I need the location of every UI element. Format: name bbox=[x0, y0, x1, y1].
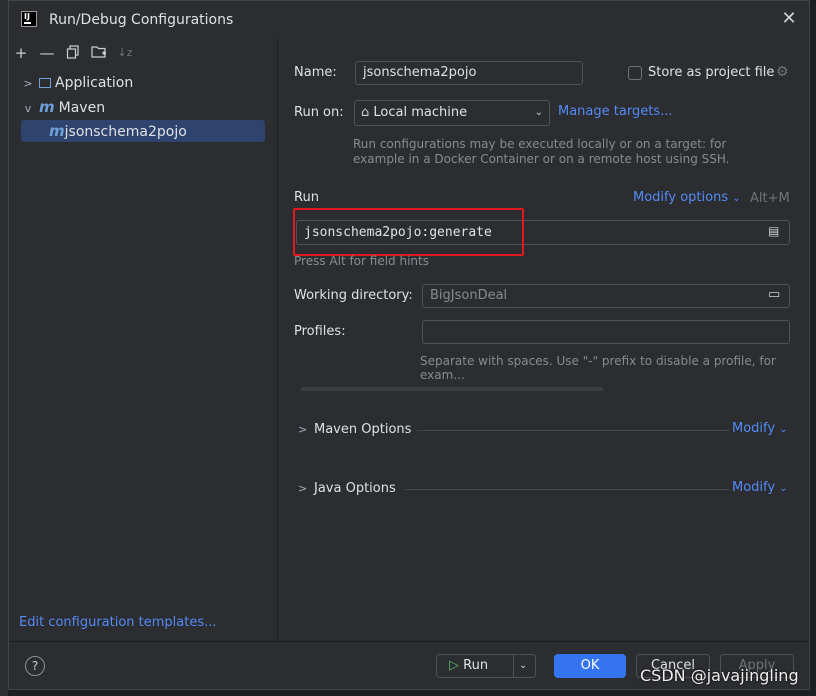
run-on-value: Local machine bbox=[373, 105, 468, 120]
tree-item-jsonschema2pojo[interactable]: mjsonschema2pojo bbox=[21, 120, 265, 142]
working-directory-label: Working directory: bbox=[294, 288, 413, 303]
maven-options-section[interactable]: Maven Options bbox=[314, 422, 411, 437]
manage-targets-link[interactable]: Manage targets... bbox=[558, 104, 672, 119]
add-icon[interactable]: + bbox=[13, 45, 29, 61]
folder-icon[interactable]: ▭ bbox=[768, 287, 780, 302]
tree-item-maven[interactable]: v m Maven bbox=[21, 96, 265, 118]
run-section-title: Run bbox=[294, 190, 319, 205]
gear-icon[interactable]: ⚙ bbox=[776, 64, 789, 80]
chevron-down-icon[interactable]: ⌄ bbox=[519, 655, 527, 677]
run-on-hint-line-1: Run configurations may be executed local… bbox=[353, 137, 727, 151]
chevron-right-icon[interactable]: > bbox=[298, 423, 307, 436]
chevron-down-icon: ⌄ bbox=[779, 424, 788, 435]
chevron-right-icon[interactable]: > bbox=[298, 482, 307, 495]
separator bbox=[417, 430, 729, 431]
sort-icon[interactable]: ↓z bbox=[117, 45, 133, 61]
tree-item-label: Application bbox=[55, 75, 134, 91]
intellij-app-icon: IJ bbox=[21, 11, 37, 27]
java-options-modify-link[interactable]: Modify ⌄ bbox=[732, 480, 788, 495]
close-icon[interactable]: ✕ bbox=[779, 9, 799, 29]
application-icon bbox=[39, 78, 51, 88]
edit-configuration-templates-link[interactable]: Edit configuration templates... bbox=[19, 615, 217, 630]
store-as-project-file-label[interactable]: Store as project file bbox=[648, 65, 774, 80]
modify-options-shortcut: Alt+M bbox=[750, 191, 790, 206]
background-editor-left bbox=[0, 0, 8, 696]
remove-icon[interactable]: — bbox=[39, 45, 55, 61]
tree-item-label: Maven bbox=[58, 100, 106, 116]
run-label: Run bbox=[463, 658, 489, 673]
chevron-down-icon: ⌄ bbox=[732, 193, 741, 204]
modify-label: Modify bbox=[732, 480, 776, 495]
copy-icon[interactable] bbox=[65, 45, 81, 61]
expand-field-icon[interactable]: ▤ bbox=[768, 224, 779, 238]
run-icon: ▷ bbox=[449, 658, 459, 673]
java-options-section[interactable]: Java Options bbox=[314, 481, 396, 496]
modify-options-link[interactable]: Modify options ⌄ bbox=[633, 190, 741, 205]
name-field[interactable]: jsonschema2pojo bbox=[355, 61, 583, 85]
maven-options-modify-link[interactable]: Modify ⌄ bbox=[732, 421, 788, 436]
new-folder-icon[interactable] bbox=[91, 45, 107, 61]
panel-divider bbox=[277, 39, 278, 641]
working-directory-field[interactable]: BigJsonDeal bbox=[422, 284, 790, 308]
maven-icon: m bbox=[49, 122, 65, 140]
run-debug-dialog: IJ Run/Debug Configurations ✕ + — ↓z > Ap… bbox=[8, 0, 810, 690]
separator bbox=[405, 489, 729, 490]
maven-icon: m bbox=[39, 98, 55, 116]
highlight-annotation bbox=[293, 208, 524, 256]
home-icon: ⌂ bbox=[361, 105, 370, 120]
field-hint: Press Alt for field hints bbox=[294, 254, 429, 268]
modify-label: Modify bbox=[732, 421, 776, 436]
dialog-title: Run/Debug Configurations bbox=[49, 12, 234, 28]
tree-item-label: jsonschema2pojo bbox=[64, 124, 187, 140]
chevron-down-icon[interactable]: v bbox=[21, 98, 35, 120]
run-on-hint-line-2: example in a Docker Container or on a re… bbox=[353, 152, 730, 166]
name-label: Name: bbox=[294, 65, 337, 80]
title-bar: IJ Run/Debug Configurations ✕ bbox=[9, 1, 809, 39]
chevron-down-icon: ⌄ bbox=[534, 107, 543, 118]
horizontal-scrollbar[interactable] bbox=[301, 387, 603, 391]
profiles-field[interactable] bbox=[422, 320, 790, 344]
watermark: CSDN @javajingling bbox=[640, 666, 799, 685]
chevron-down-icon: ⌄ bbox=[779, 483, 788, 494]
run-button[interactable]: ▷ Run ⌄ bbox=[436, 654, 536, 678]
configuration-tree-panel: + — ↓z > Application v m Maven mjsonschema2… bbox=[9, 39, 277, 641]
store-as-project-file-checkbox[interactable] bbox=[628, 66, 642, 80]
help-button[interactable]: ? bbox=[25, 656, 45, 676]
tree-item-application[interactable]: > Application bbox=[21, 72, 265, 94]
ok-button[interactable]: OK bbox=[554, 654, 626, 678]
modify-options-label: Modify options bbox=[633, 190, 729, 205]
run-on-dropdown[interactable]: ⌂ Local machine ⌄ bbox=[354, 100, 550, 126]
profiles-hint: Separate with spaces. Use "-" prefix to … bbox=[420, 354, 776, 382]
run-on-label: Run on: bbox=[294, 105, 344, 120]
chevron-right-icon[interactable]: > bbox=[21, 73, 35, 95]
split-divider bbox=[513, 655, 514, 677]
profiles-label: Profiles: bbox=[294, 324, 346, 339]
